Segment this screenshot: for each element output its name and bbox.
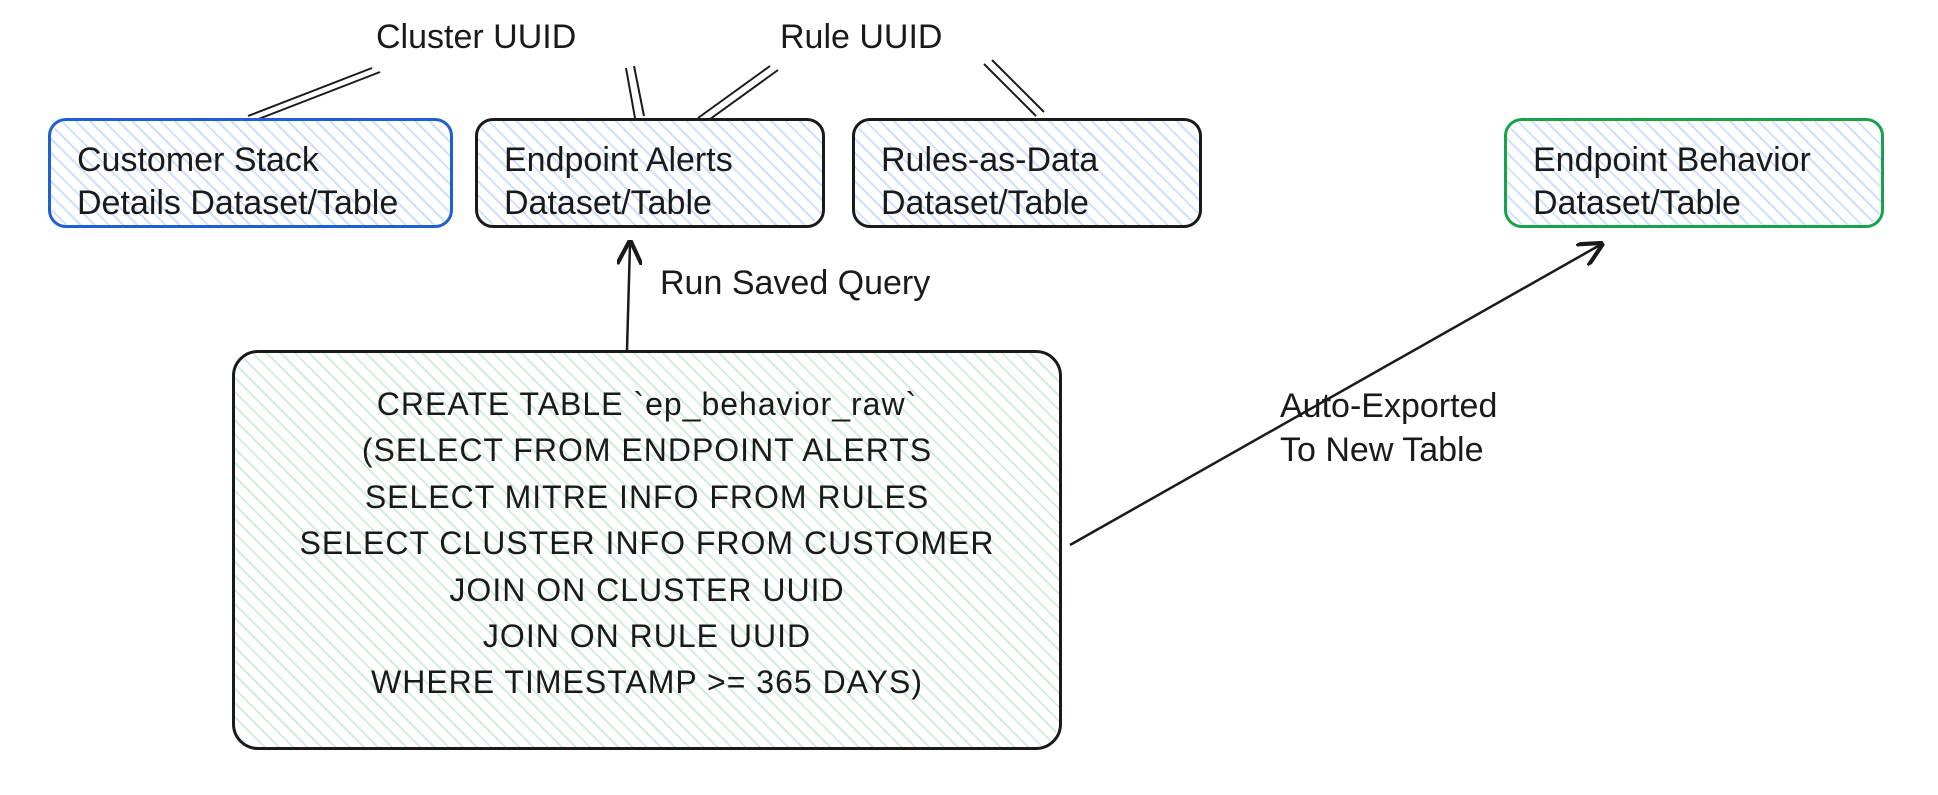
endpoint-alerts-text: Endpoint Alerts Dataset/Table xyxy=(504,139,796,224)
sql-query-box: CREATE TABLE `ep_behavior_raw` (SELECT F… xyxy=(232,350,1062,750)
sql-line-1: CREATE TABLE `ep_behavior_raw` xyxy=(275,381,1019,427)
rules-as-data-text: Rules-as-Data Dataset/Table xyxy=(881,139,1173,224)
sql-line-4: SELECT CLUSTER INFO FROM CUSTOMER xyxy=(275,520,1019,566)
endpoint-behavior-box: Endpoint Behavior Dataset/Table xyxy=(1504,118,1884,228)
sql-line-2: (SELECT FROM ENDPOINT ALERTS xyxy=(275,427,1019,473)
sql-line-7: WHERE TIMESTAMP >= 365 DAYS) xyxy=(275,659,1019,705)
sql-line-6: JOIN ON RULE UUID xyxy=(275,613,1019,659)
rule-uuid-label: Rule UUID xyxy=(780,18,942,57)
endpoint-behavior-text: Endpoint Behavior Dataset/Table xyxy=(1533,139,1855,224)
customer-stack-box: Customer Stack Details Dataset/Table xyxy=(48,118,453,228)
endpoint-alerts-box: Endpoint Alerts Dataset/Table xyxy=(475,118,825,228)
rules-as-data-box: Rules-as-Data Dataset/Table xyxy=(852,118,1202,228)
run-saved-query-label: Run Saved Query xyxy=(660,264,930,303)
customer-stack-text: Customer Stack Details Dataset/Table xyxy=(77,139,424,224)
sql-line-3: SELECT MITRE INFO FROM RULES xyxy=(275,474,1019,520)
cluster-uuid-label: Cluster UUID xyxy=(376,18,576,57)
diagram-canvas: Cluster UUID Rule UUID Customer Stack De… xyxy=(0,0,1938,795)
auto-exported-label: Auto-Exported To New Table xyxy=(1280,384,1497,472)
sql-line-5: JOIN ON CLUSTER UUID xyxy=(275,567,1019,613)
